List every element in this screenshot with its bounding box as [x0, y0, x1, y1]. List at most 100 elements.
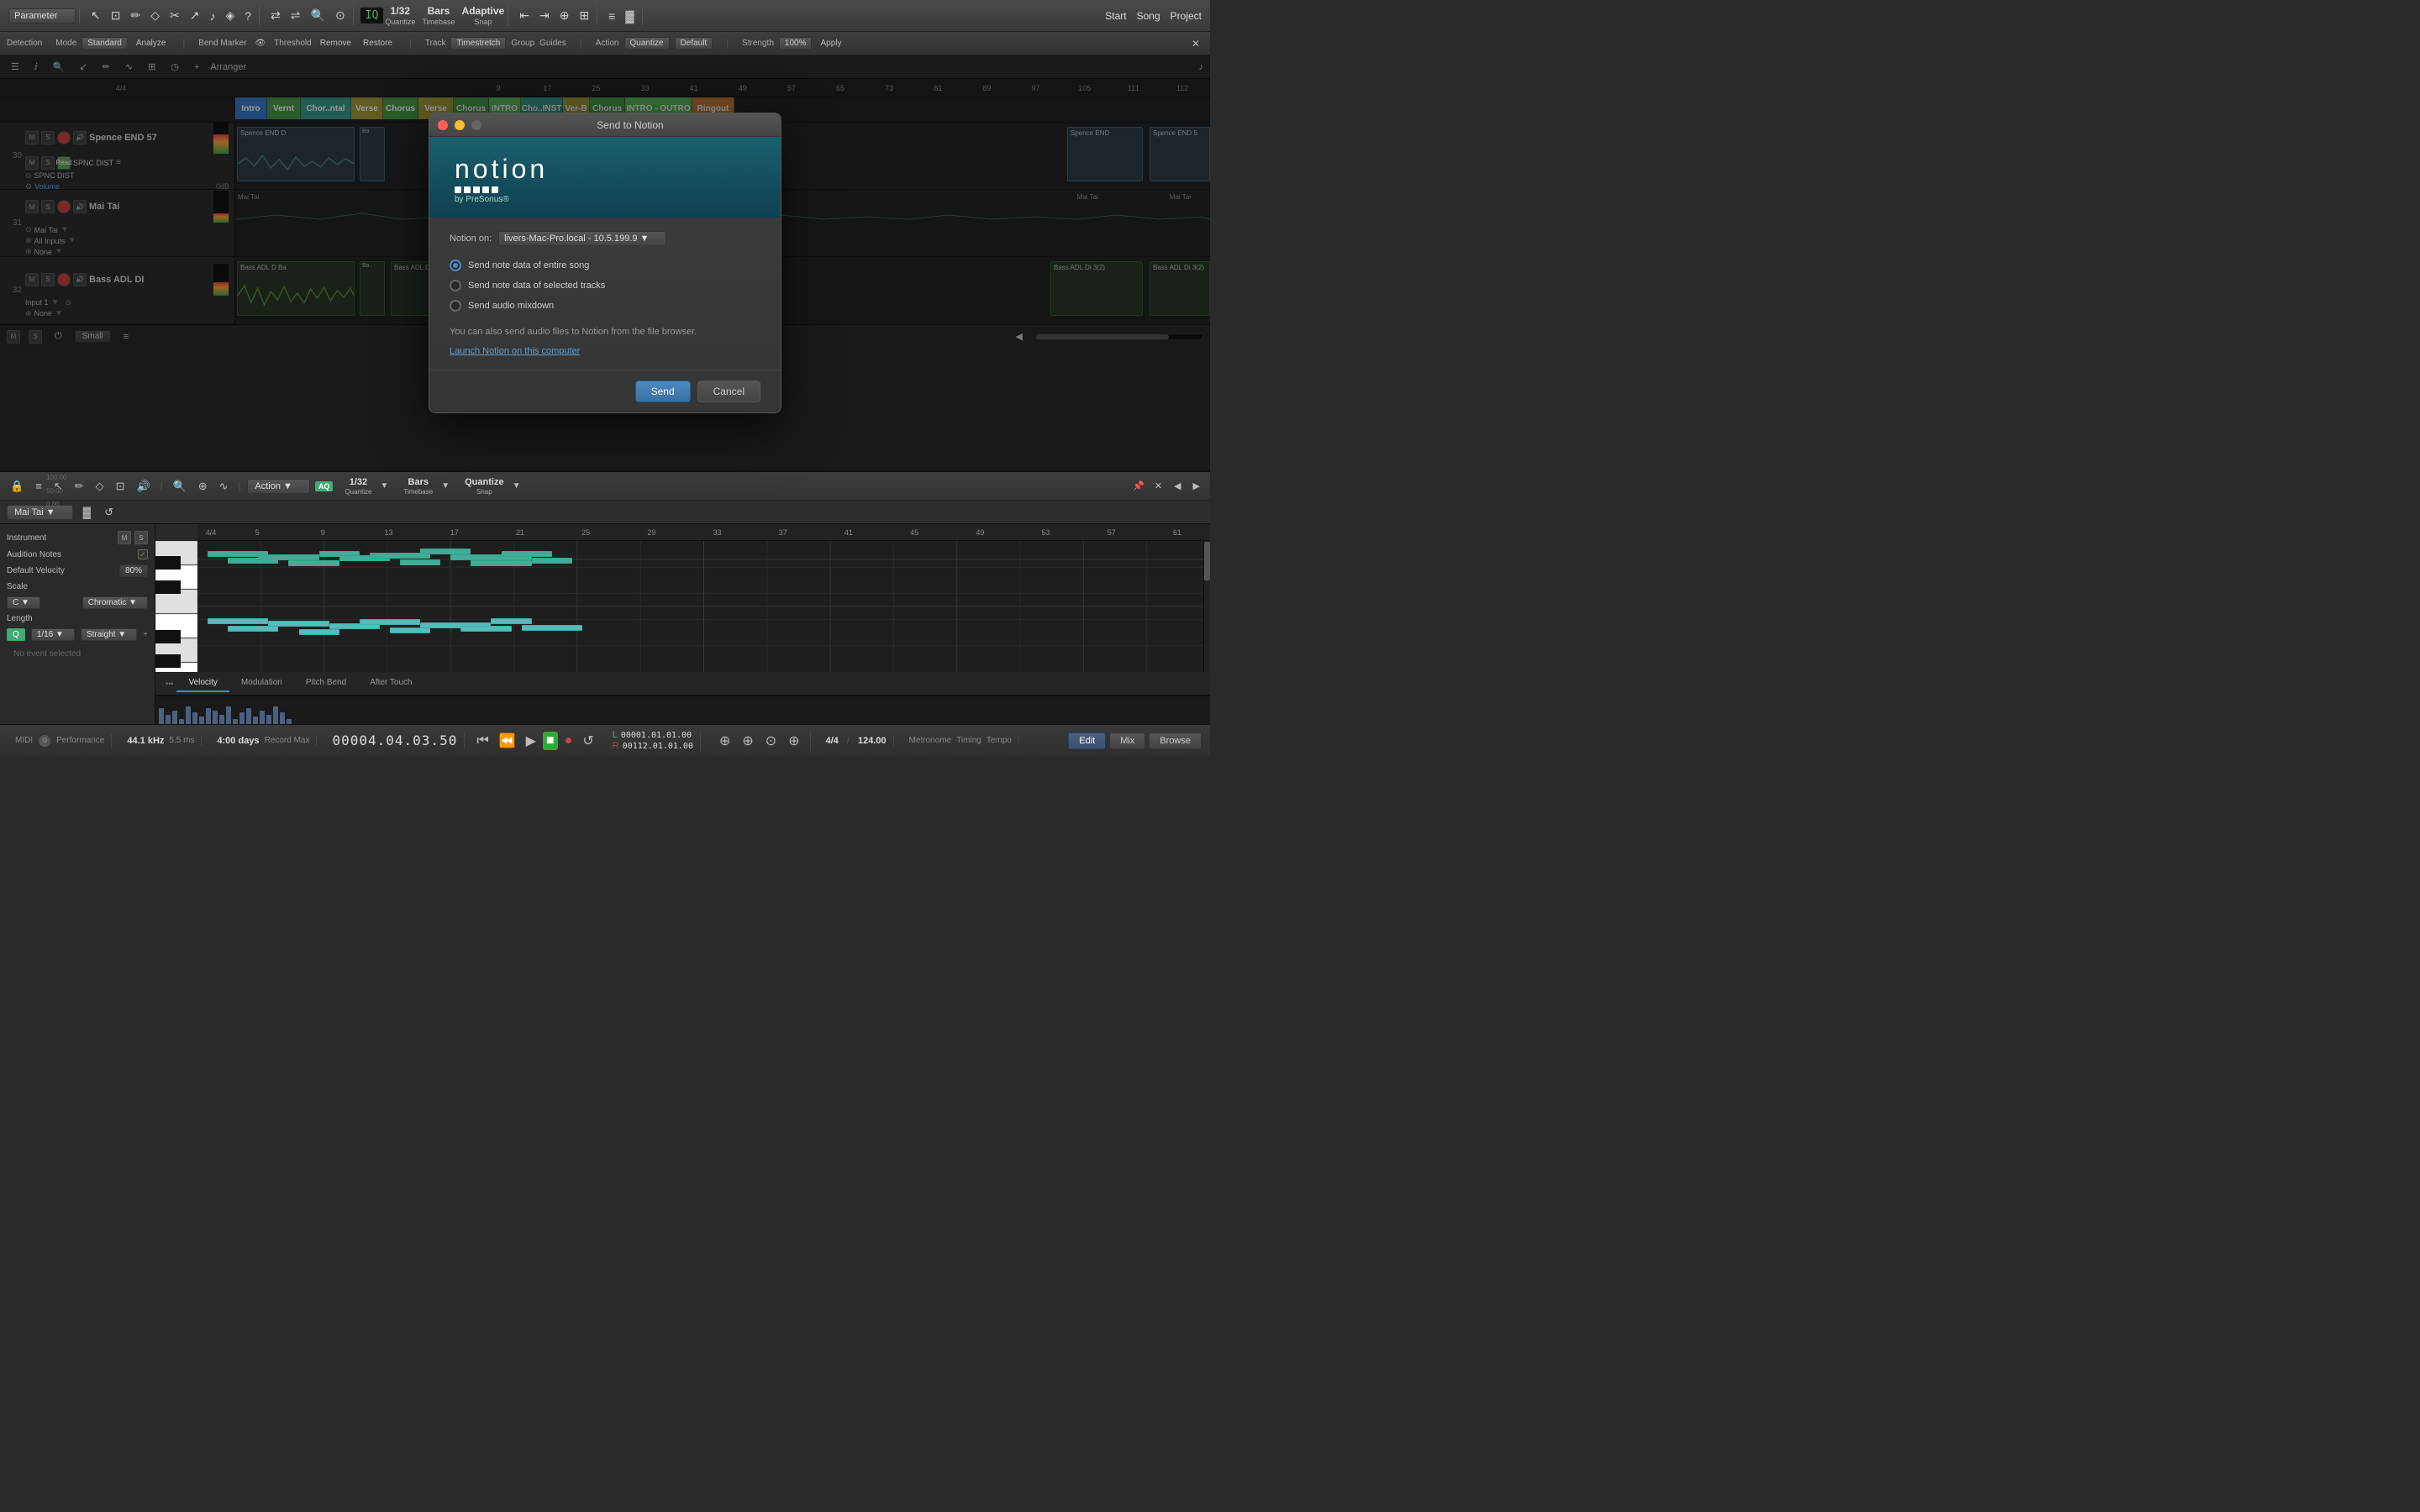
server-dropdown[interactable]: livers-Mac-Pro.local - 10.5.199.9 ▼: [498, 231, 666, 246]
play-btn[interactable]: ▶: [523, 731, 539, 751]
tune-btn[interactable]: ⊕: [195, 478, 211, 495]
midi-icon[interactable]: ⚙: [38, 734, 51, 748]
radio-entire-song[interactable]: Send note data of entire song: [450, 260, 760, 271]
close-secondary-btn[interactable]: ✕: [1188, 37, 1203, 50]
send-button[interactable]: Send: [635, 381, 691, 402]
pr-q-arrow[interactable]: ▼: [376, 480, 392, 492]
note-b4[interactable]: [299, 629, 339, 635]
loop-transport-btn[interactable]: ↺: [579, 731, 597, 751]
note-b7[interactable]: [390, 627, 430, 633]
timestretch-value[interactable]: Timestretch: [450, 37, 506, 50]
erase-btn[interactable]: ◇: [92, 478, 108, 495]
remove-btn[interactable]: Remove: [317, 38, 355, 49]
edit-view-btn[interactable]: Edit: [1068, 732, 1106, 749]
note-b9[interactable]: [460, 626, 511, 632]
wave-btn[interactable]: ∿: [216, 478, 232, 495]
mix-view-btn[interactable]: Mix: [1109, 732, 1145, 749]
record-btn[interactable]: ●: [561, 732, 576, 750]
maximize-btn[interactable]: [471, 120, 481, 130]
back-btn[interactable]: ⏪: [496, 731, 519, 751]
bend-tool[interactable]: ↗: [186, 6, 204, 25]
punch-btn[interactable]: ⇌: [287, 6, 305, 25]
pr-bars-arrow[interactable]: ▼: [438, 480, 453, 492]
note-11[interactable]: [471, 560, 531, 566]
key-dropdown[interactable]: C ▼: [7, 596, 40, 609]
action-dropdown[interactable]: Action ▼: [247, 479, 310, 494]
mix-view[interactable]: ⊞: [575, 6, 593, 25]
draw-tool[interactable]: ✏: [126, 6, 145, 25]
eye-icon[interactable]: 👁: [252, 38, 270, 49]
lock-btn[interactable]: 🔒: [7, 478, 27, 495]
rewind-btn[interactable]: ⏮: [473, 732, 492, 750]
nav-left[interactable]: ⇤: [515, 6, 534, 25]
velocity-value[interactable]: 80%: [119, 564, 148, 577]
scrub-btn[interactable]: ⊙: [331, 6, 350, 25]
help-tool[interactable]: ?: [240, 7, 255, 25]
pr-s-btn[interactable]: S: [134, 531, 148, 544]
pointer-tool[interactable]: ↖: [87, 6, 105, 25]
range-tool[interactable]: ⊡: [107, 6, 125, 25]
tab-after-touch[interactable]: After Touch: [358, 675, 424, 692]
audition-checkbox[interactable]: ✓: [138, 549, 148, 559]
radio-audio-mixdown[interactable]: Send audio mixdown: [450, 300, 760, 312]
split-tool[interactable]: ✂: [166, 6, 184, 25]
stack-btn[interactable]: ≡: [604, 7, 619, 25]
perf-label[interactable]: Performance: [56, 736, 104, 745]
pr-meter-btn[interactable]: ▓: [80, 504, 94, 520]
meter-btn[interactable]: ▓: [621, 7, 638, 25]
search-btn[interactable]: 🔍: [307, 6, 329, 25]
length-plus[interactable]: +: [143, 630, 148, 639]
note-3[interactable]: [258, 554, 318, 560]
tb-extra4[interactable]: ⊕: [785, 731, 802, 751]
pr-close-btn[interactable]: ✕: [1151, 479, 1165, 493]
loop-btn[interactable]: ⇄: [266, 6, 285, 25]
browse-view-btn[interactable]: Browse: [1149, 732, 1202, 749]
scale-dropdown[interactable]: Chromatic ▼: [82, 596, 148, 609]
tab-pitch-bend[interactable]: Pitch Bend: [294, 675, 358, 692]
mute-tool[interactable]: ♪: [205, 7, 219, 25]
note-12[interactable]: [502, 551, 552, 557]
length-value-dropdown[interactable]: 1/16 ▼: [31, 628, 75, 641]
mode-value[interactable]: Standard: [82, 37, 128, 50]
erase-tool[interactable]: ◇: [146, 6, 164, 25]
quantize-action-value[interactable]: Quantize: [624, 37, 670, 50]
note-8[interactable]: [400, 559, 440, 565]
pr-pin-btn[interactable]: 📌: [1129, 479, 1148, 493]
radio-selected-tracks[interactable]: Send note data of selected tracks: [450, 280, 760, 291]
tb-extra2[interactable]: ⊕: [739, 731, 756, 751]
zoom-btn[interactable]: 🔍: [170, 478, 190, 495]
note-b2[interactable]: [228, 626, 278, 632]
pr-nav-right[interactable]: ▶: [1190, 479, 1203, 493]
note-4[interactable]: [288, 560, 339, 566]
minimize-btn[interactable]: [455, 120, 465, 130]
close-btn[interactable]: [438, 120, 448, 130]
modal-overlay[interactable]: Send to Notion notion by PreSonus® Notio…: [0, 55, 1210, 470]
pr-nav-left[interactable]: ◀: [1171, 479, 1184, 493]
pr-m-btn[interactable]: M: [118, 531, 131, 544]
nav-right[interactable]: ⇥: [535, 6, 554, 25]
select-btn[interactable]: ⊡: [113, 478, 129, 495]
analyze-btn[interactable]: Analyze: [133, 38, 170, 49]
speaker-btn[interactable]: 🔊: [134, 478, 154, 495]
pencil-btn[interactable]: ✏: [71, 478, 87, 495]
cancel-button[interactable]: Cancel: [697, 381, 760, 402]
aq-badge[interactable]: AQ: [315, 481, 334, 491]
param-dropdown[interactable]: Parameter: [8, 8, 76, 24]
listen-tool[interactable]: ◈: [221, 6, 239, 25]
piano-grid[interactable]: [197, 541, 1210, 672]
pr-snap-arrow[interactable]: ▼: [509, 480, 524, 492]
apply-btn[interactable]: Apply: [817, 38, 844, 49]
note-13[interactable]: [532, 558, 572, 564]
instrument-dropdown[interactable]: Mai Tai ▼: [7, 505, 73, 520]
tb-extra3[interactable]: ⊙: [762, 731, 780, 751]
pr-refresh-btn[interactable]: ↺: [101, 504, 117, 521]
pr-scroll-v[interactable]: [1203, 541, 1210, 672]
dots-btn[interactable]: •••: [162, 680, 176, 688]
note-b6[interactable]: [360, 619, 420, 625]
tab-velocity[interactable]: Velocity: [176, 675, 229, 692]
list-btn[interactable]: ≡: [32, 478, 45, 494]
note-b11[interactable]: [522, 625, 582, 631]
nav-up[interactable]: ⊕: [555, 6, 574, 25]
length-q-btn[interactable]: Q: [7, 628, 25, 641]
stop-btn[interactable]: ■: [543, 732, 558, 750]
